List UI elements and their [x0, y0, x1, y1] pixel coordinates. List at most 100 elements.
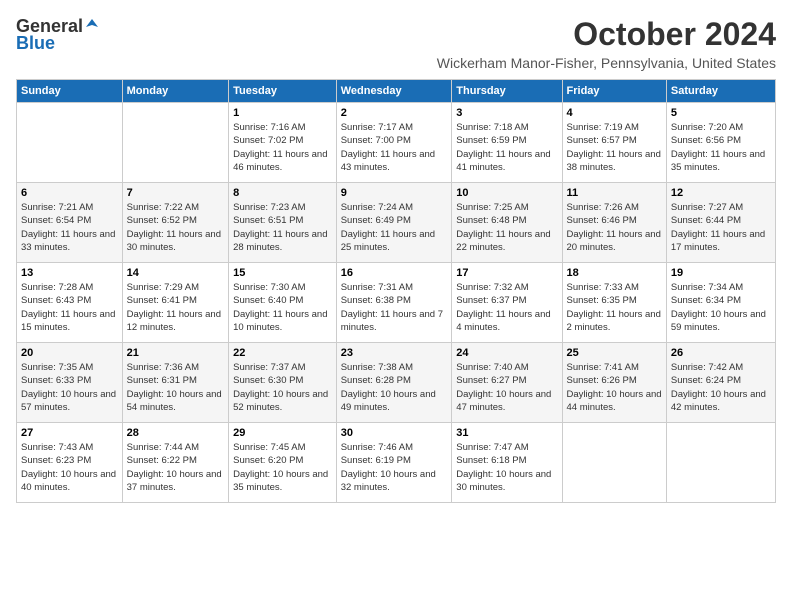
day-info: Sunrise: 7:20 AM Sunset: 6:56 PM Dayligh…	[671, 121, 771, 174]
week-row-1: 1 Sunrise: 7:16 AM Sunset: 7:02 PM Daylig…	[17, 103, 776, 183]
day-info: Sunrise: 7:21 AM Sunset: 6:54 PM Dayligh…	[21, 201, 118, 254]
header-sunday: Sunday	[17, 80, 123, 103]
day-number: 16	[341, 267, 448, 279]
calendar-cell: 7 Sunrise: 7:22 AM Sunset: 6:52 PM Daylig…	[122, 183, 229, 263]
header-friday: Friday	[562, 80, 666, 103]
day-info: Sunrise: 7:46 AM Sunset: 6:19 PM Dayligh…	[341, 441, 448, 494]
calendar-cell: 17Sunrise: 7:32 AM Sunset: 6:37 PM Dayli…	[452, 263, 562, 343]
calendar-cell	[122, 103, 229, 183]
location-title: Wickerham Manor-Fisher, Pennsylvania, Un…	[437, 55, 776, 71]
day-number: 30	[341, 427, 448, 439]
calendar-cell: 3 Sunrise: 7:18 AM Sunset: 6:59 PM Daylig…	[452, 103, 562, 183]
day-info: Sunrise: 7:26 AM Sunset: 6:46 PM Dayligh…	[567, 201, 662, 254]
day-info: Sunrise: 7:18 AM Sunset: 6:59 PM Dayligh…	[456, 121, 557, 174]
day-number: 28	[127, 427, 225, 439]
day-info: Sunrise: 7:40 AM Sunset: 6:27 PM Dayligh…	[456, 361, 557, 414]
day-number: 13	[21, 267, 118, 279]
day-info: Sunrise: 7:19 AM Sunset: 6:57 PM Dayligh…	[567, 121, 662, 174]
day-number: 23	[341, 347, 448, 359]
day-number: 27	[21, 427, 118, 439]
calendar-table: SundayMondayTuesdayWednesdayThursdayFrid…	[16, 79, 776, 503]
day-number: 10	[456, 187, 557, 199]
day-info: Sunrise: 7:29 AM Sunset: 6:41 PM Dayligh…	[127, 281, 225, 334]
calendar-cell: 13 Sunrise: 7:28 AM Sunset: 6:43 PM Dayli…	[17, 263, 123, 343]
day-info: Sunrise: 7:16 AM Sunset: 7:02 PM Dayligh…	[233, 121, 332, 174]
day-number: 17	[456, 267, 557, 279]
day-info: Sunrise: 7:43 AM Sunset: 6:23 PM Dayligh…	[21, 441, 118, 494]
calendar-cell: 28Sunrise: 7:44 AM Sunset: 6:22 PM Dayli…	[122, 423, 229, 503]
day-info: Sunrise: 7:38 AM Sunset: 6:28 PM Dayligh…	[341, 361, 448, 414]
calendar-cell: 30 Sunrise: 7:46 AM Sunset: 6:19 PM Dayli…	[336, 423, 452, 503]
header-row: SundayMondayTuesdayWednesdayThursdayFrid…	[17, 80, 776, 103]
calendar-cell: 15 Sunrise: 7:30 AM Sunset: 6:40 PM Dayli…	[229, 263, 337, 343]
day-info: Sunrise: 7:27 AM Sunset: 6:44 PM Dayligh…	[671, 201, 771, 254]
day-number: 2	[341, 107, 448, 119]
page-header: General Blue October 2024 Wickerham Mano…	[16, 16, 776, 71]
calendar-cell: 1 Sunrise: 7:16 AM Sunset: 7:02 PM Daylig…	[229, 103, 337, 183]
calendar-cell	[562, 423, 666, 503]
day-info: Sunrise: 7:37 AM Sunset: 6:30 PM Dayligh…	[233, 361, 332, 414]
day-info: Sunrise: 7:25 AM Sunset: 6:48 PM Dayligh…	[456, 201, 557, 254]
calendar-cell	[666, 423, 775, 503]
calendar-cell: 6 Sunrise: 7:21 AM Sunset: 6:54 PM Daylig…	[17, 183, 123, 263]
calendar-cell: 2Sunrise: 7:17 AM Sunset: 7:00 PM Daylig…	[336, 103, 452, 183]
day-number: 11	[567, 187, 662, 199]
calendar-cell: 25 Sunrise: 7:41 AM Sunset: 6:26 PM Dayli…	[562, 343, 666, 423]
day-number: 15	[233, 267, 332, 279]
header-thursday: Thursday	[452, 80, 562, 103]
week-row-3: 13 Sunrise: 7:28 AM Sunset: 6:43 PM Dayli…	[17, 263, 776, 343]
calendar-cell: 31 Sunrise: 7:47 AM Sunset: 6:18 PM Dayli…	[452, 423, 562, 503]
day-info: Sunrise: 7:28 AM Sunset: 6:43 PM Dayligh…	[21, 281, 118, 334]
day-info: Sunrise: 7:45 AM Sunset: 6:20 PM Dayligh…	[233, 441, 332, 494]
calendar-cell: 16 Sunrise: 7:31 AM Sunset: 6:38 PM Dayli…	[336, 263, 452, 343]
day-number: 3	[456, 107, 557, 119]
header-tuesday: Tuesday	[229, 80, 337, 103]
day-info: Sunrise: 7:23 AM Sunset: 6:51 PM Dayligh…	[233, 201, 332, 254]
calendar-cell: 12 Sunrise: 7:27 AM Sunset: 6:44 PM Dayli…	[666, 183, 775, 263]
day-info: Sunrise: 7:24 AM Sunset: 6:49 PM Dayligh…	[341, 201, 448, 254]
calendar-cell: 5 Sunrise: 7:20 AM Sunset: 6:56 PM Daylig…	[666, 103, 775, 183]
day-number: 20	[21, 347, 118, 359]
day-number: 22	[233, 347, 332, 359]
week-row-2: 6 Sunrise: 7:21 AM Sunset: 6:54 PM Daylig…	[17, 183, 776, 263]
calendar-cell: 18 Sunrise: 7:33 AM Sunset: 6:35 PM Dayli…	[562, 263, 666, 343]
month-title: October 2024	[437, 16, 776, 53]
calendar-cell: 19 Sunrise: 7:34 AM Sunset: 6:34 PM Dayli…	[666, 263, 775, 343]
calendar-cell: 23 Sunrise: 7:38 AM Sunset: 6:28 PM Dayli…	[336, 343, 452, 423]
day-number: 24	[456, 347, 557, 359]
day-number: 25	[567, 347, 662, 359]
calendar-cell: 8Sunrise: 7:23 AM Sunset: 6:51 PM Daylig…	[229, 183, 337, 263]
day-number: 19	[671, 267, 771, 279]
day-info: Sunrise: 7:42 AM Sunset: 6:24 PM Dayligh…	[671, 361, 771, 414]
day-number: 5	[671, 107, 771, 119]
day-number: 4	[567, 107, 662, 119]
calendar-cell: 21Sunrise: 7:36 AM Sunset: 6:31 PM Dayli…	[122, 343, 229, 423]
day-number: 6	[21, 187, 118, 199]
day-info: Sunrise: 7:34 AM Sunset: 6:34 PM Dayligh…	[671, 281, 771, 334]
day-info: Sunrise: 7:31 AM Sunset: 6:38 PM Dayligh…	[341, 281, 448, 334]
calendar-cell: 10 Sunrise: 7:25 AM Sunset: 6:48 PM Dayli…	[452, 183, 562, 263]
day-number: 21	[127, 347, 225, 359]
calendar-cell: 26Sunrise: 7:42 AM Sunset: 6:24 PM Dayli…	[666, 343, 775, 423]
day-number: 1	[233, 107, 332, 119]
calendar-cell: 14 Sunrise: 7:29 AM Sunset: 6:41 PM Dayli…	[122, 263, 229, 343]
day-info: Sunrise: 7:33 AM Sunset: 6:35 PM Dayligh…	[567, 281, 662, 334]
day-number: 31	[456, 427, 557, 439]
logo-bird-icon	[84, 17, 100, 33]
day-number: 12	[671, 187, 771, 199]
week-row-5: 27 Sunrise: 7:43 AM Sunset: 6:23 PM Dayli…	[17, 423, 776, 503]
day-info: Sunrise: 7:22 AM Sunset: 6:52 PM Dayligh…	[127, 201, 225, 254]
header-wednesday: Wednesday	[336, 80, 452, 103]
day-info: Sunrise: 7:30 AM Sunset: 6:40 PM Dayligh…	[233, 281, 332, 334]
day-number: 18	[567, 267, 662, 279]
day-info: Sunrise: 7:41 AM Sunset: 6:26 PM Dayligh…	[567, 361, 662, 414]
calendar-cell: 22 Sunrise: 7:37 AM Sunset: 6:30 PM Dayli…	[229, 343, 337, 423]
day-number: 7	[127, 187, 225, 199]
logo-blue: Blue	[16, 33, 55, 54]
day-number: 14	[127, 267, 225, 279]
logo: General Blue	[16, 16, 100, 54]
calendar-cell: 11 Sunrise: 7:26 AM Sunset: 6:46 PM Dayli…	[562, 183, 666, 263]
day-info: Sunrise: 7:35 AM Sunset: 6:33 PM Dayligh…	[21, 361, 118, 414]
day-info: Sunrise: 7:47 AM Sunset: 6:18 PM Dayligh…	[456, 441, 557, 494]
calendar-cell: 27 Sunrise: 7:43 AM Sunset: 6:23 PM Dayli…	[17, 423, 123, 503]
